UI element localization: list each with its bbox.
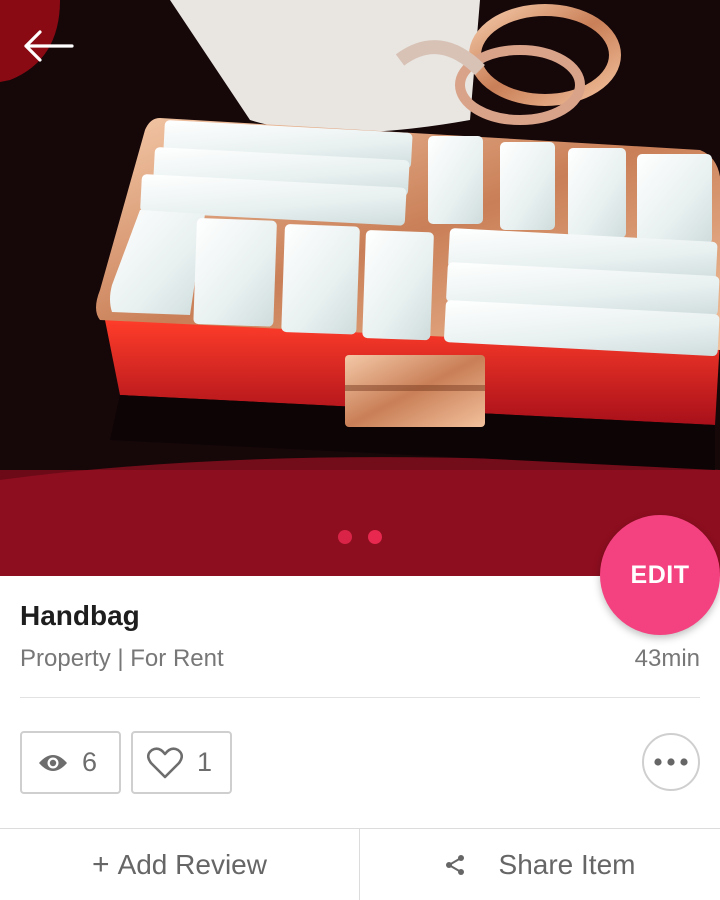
edit-button[interactable]: EDIT <box>600 515 720 635</box>
arrow-left-icon <box>24 30 74 62</box>
views-count: 6 <box>82 747 98 777</box>
posted-time: 43min <box>634 645 700 672</box>
divider <box>20 697 700 698</box>
share-item-button[interactable]: Share Item <box>360 829 720 900</box>
likes-count: 1 <box>197 747 213 777</box>
item-title: Handbag <box>20 600 140 631</box>
share-item-label: Share Item <box>498 849 636 880</box>
bottom-action-bar: + Add Review Share Item <box>0 828 720 900</box>
carousel-dot[interactable] <box>368 530 382 544</box>
add-review-button[interactable]: + Add Review <box>0 829 360 900</box>
back-button[interactable] <box>22 30 88 84</box>
plus-icon: + <box>92 848 110 881</box>
like-button[interactable]: 1 <box>131 731 232 794</box>
views-counter[interactable]: 6 <box>20 731 121 794</box>
eye-icon <box>38 753 68 773</box>
handbag-photo-image <box>0 0 720 576</box>
more-horizontal-icon <box>654 758 688 766</box>
add-review-label: Add Review <box>117 849 267 880</box>
share-icon <box>445 854 465 876</box>
heart-outline-icon <box>147 746 183 779</box>
more-options-button[interactable] <box>642 733 700 791</box>
item-category: Property | For Rent <box>20 645 224 672</box>
item-photo[interactable] <box>0 0 720 576</box>
carousel-dot[interactable] <box>338 530 352 544</box>
